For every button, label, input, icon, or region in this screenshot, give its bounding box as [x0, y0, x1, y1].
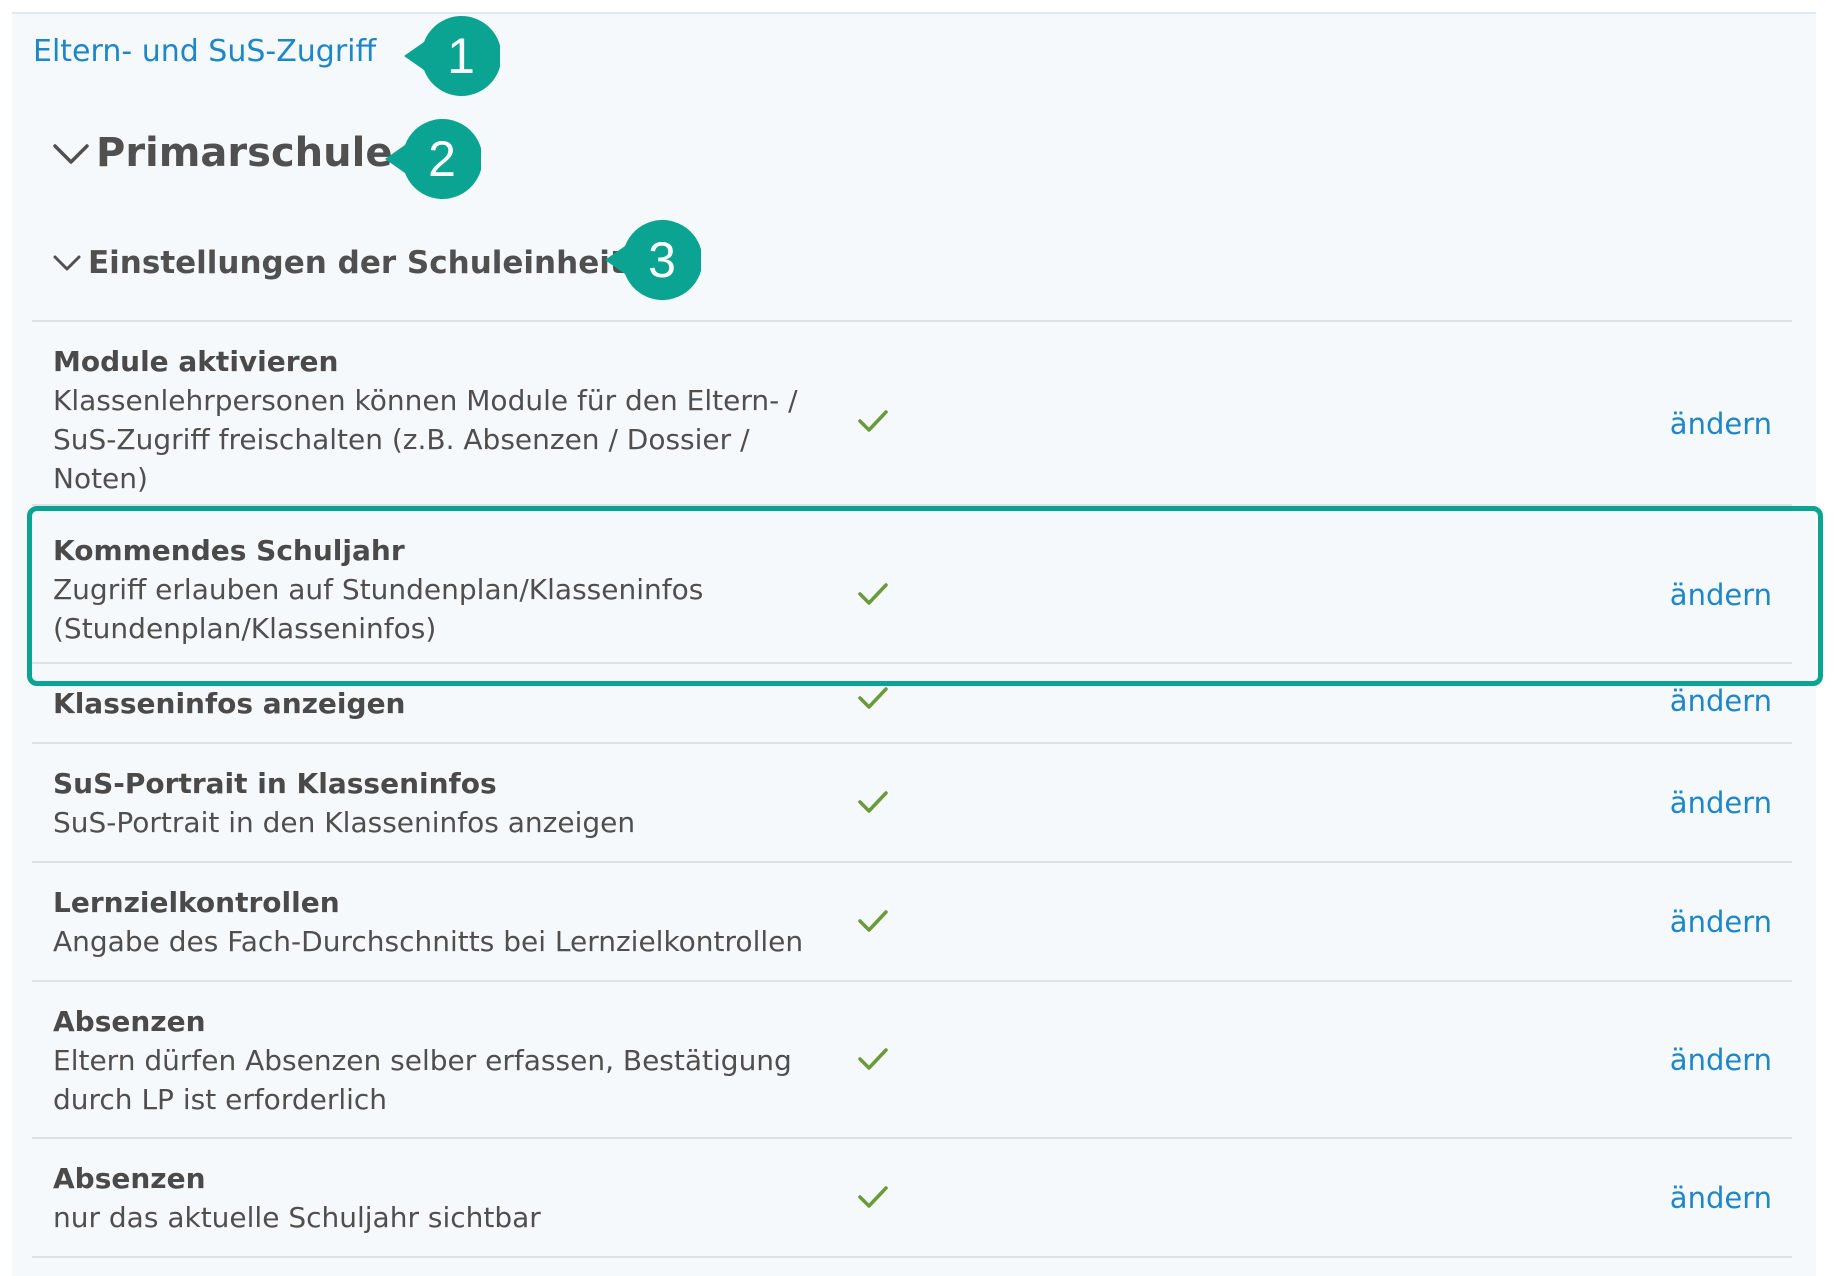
setting-row: Klasseninfos anzeigen ändern: [32, 664, 1792, 744]
section-title: Primarschule: [96, 130, 393, 176]
chevron-down-icon: [52, 245, 82, 281]
setting-description: Eltern dürfen Absenzen selber erfassen, …: [53, 1044, 792, 1116]
edit-link[interactable]: ändern: [1670, 1043, 1772, 1077]
marker-number: 3: [648, 232, 676, 288]
setting-title: SuS-Portrait in Klasseninfos: [53, 767, 497, 800]
edit-link[interactable]: ändern: [1670, 407, 1772, 441]
setting-title: Klasseninfos anzeigen: [53, 687, 406, 720]
edit-link[interactable]: ändern: [1670, 684, 1772, 718]
check-icon: [858, 1186, 888, 1208]
setting-title: Lernzielkontrollen: [53, 886, 340, 919]
setting-row: Absenzen Eltern dürfen Absenzen selber e…: [32, 982, 1792, 1139]
setting-description: Angabe des Fach-Durchschnitts bei Lernzi…: [53, 925, 804, 958]
annotation-marker-3: 3: [601, 210, 701, 310]
subsection-title: Einstellungen der Schuleinheit: [88, 245, 625, 281]
check-icon: [858, 791, 888, 813]
edit-link[interactable]: ändern: [1670, 578, 1772, 612]
check-icon: [858, 1048, 888, 1070]
setting-description: Zugriff erlauben auf Stundenplan/Klassen…: [53, 573, 704, 645]
setting-title: Absenzen: [53, 1005, 206, 1038]
setting-description: SuS-Portrait in den Klasseninfos anzeige…: [53, 806, 636, 839]
check-icon: [858, 410, 888, 432]
setting-title: Module aktivieren: [53, 345, 339, 378]
check-icon: [858, 583, 888, 605]
setting-title: Absenzen: [53, 1162, 206, 1195]
setting-description: nur das aktuelle Schuljahr sichtbar: [53, 1201, 541, 1234]
setting-row: Absenzen nur das aktuelle Schuljahr sich…: [32, 1139, 1792, 1258]
subsection-header-schuleinheit[interactable]: Einstellungen der Schuleinheit: [52, 245, 625, 281]
setting-row: Lernzielkontrollen Angabe des Fach-Durch…: [32, 863, 1792, 982]
annotation-marker-1: 1: [400, 6, 500, 106]
check-icon: [858, 687, 888, 709]
check-icon: [858, 910, 888, 932]
edit-link[interactable]: ändern: [1670, 1181, 1772, 1215]
setting-row: SuS-Portrait in Klasseninfos SuS-Portrai…: [32, 744, 1792, 863]
annotation-marker-2: 2: [381, 109, 481, 209]
chevron-down-icon: [52, 130, 90, 176]
setting-row: Module aktivieren Klassenlehrpersonen kö…: [32, 322, 1792, 506]
edit-link[interactable]: ändern: [1670, 786, 1772, 820]
breadcrumb-link[interactable]: Eltern- und SuS-Zugriff: [33, 34, 376, 69]
setting-row: Kommendes Schuljahr Zugriff erlauben auf…: [32, 506, 1792, 664]
edit-link[interactable]: ändern: [1670, 905, 1772, 939]
settings-list: Module aktivieren Klassenlehrpersonen kö…: [32, 320, 1792, 1258]
setting-title: Kommendes Schuljahr: [53, 534, 405, 567]
marker-number: 2: [428, 131, 456, 187]
setting-description: Klassenlehrpersonen können Module für de…: [53, 384, 798, 495]
section-header-primarschule[interactable]: Primarschule: [52, 130, 392, 176]
marker-number: 1: [447, 28, 475, 84]
